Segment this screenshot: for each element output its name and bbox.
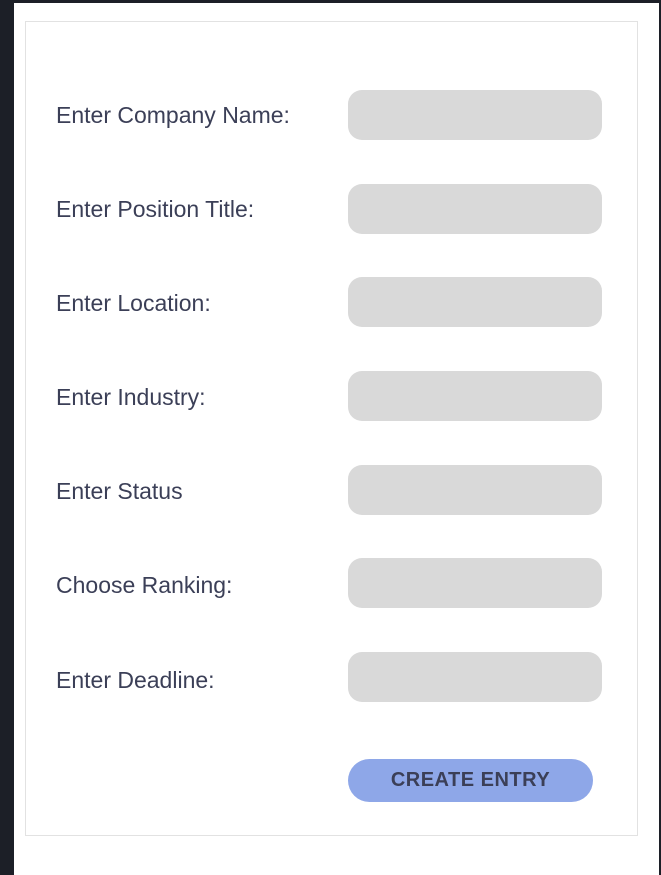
industry-input[interactable] (348, 371, 602, 421)
industry-label: Enter Industry: (56, 384, 206, 410)
location-input[interactable] (348, 277, 602, 327)
window-left-edge (0, 0, 14, 875)
ranking-label: Choose Ranking: (56, 572, 233, 598)
status-label: Enter Status (56, 478, 183, 504)
deadline-input[interactable] (348, 652, 602, 702)
deadline-label: Enter Deadline: (56, 667, 215, 693)
location-label: Enter Location: (56, 290, 211, 316)
company-name-input[interactable] (348, 90, 602, 140)
create-entry-form: Enter Company Name: Enter Position Title… (25, 21, 638, 836)
position-title-input[interactable] (348, 184, 602, 234)
status-input[interactable] (348, 465, 602, 515)
position-title-label: Enter Position Title: (56, 196, 255, 222)
page: Enter Company Name: Enter Position Title… (14, 3, 659, 875)
create-entry-button[interactable]: CREATE ENTRY (348, 759, 593, 802)
company-name-label: Enter Company Name: (56, 102, 290, 128)
ranking-input[interactable] (348, 558, 602, 608)
